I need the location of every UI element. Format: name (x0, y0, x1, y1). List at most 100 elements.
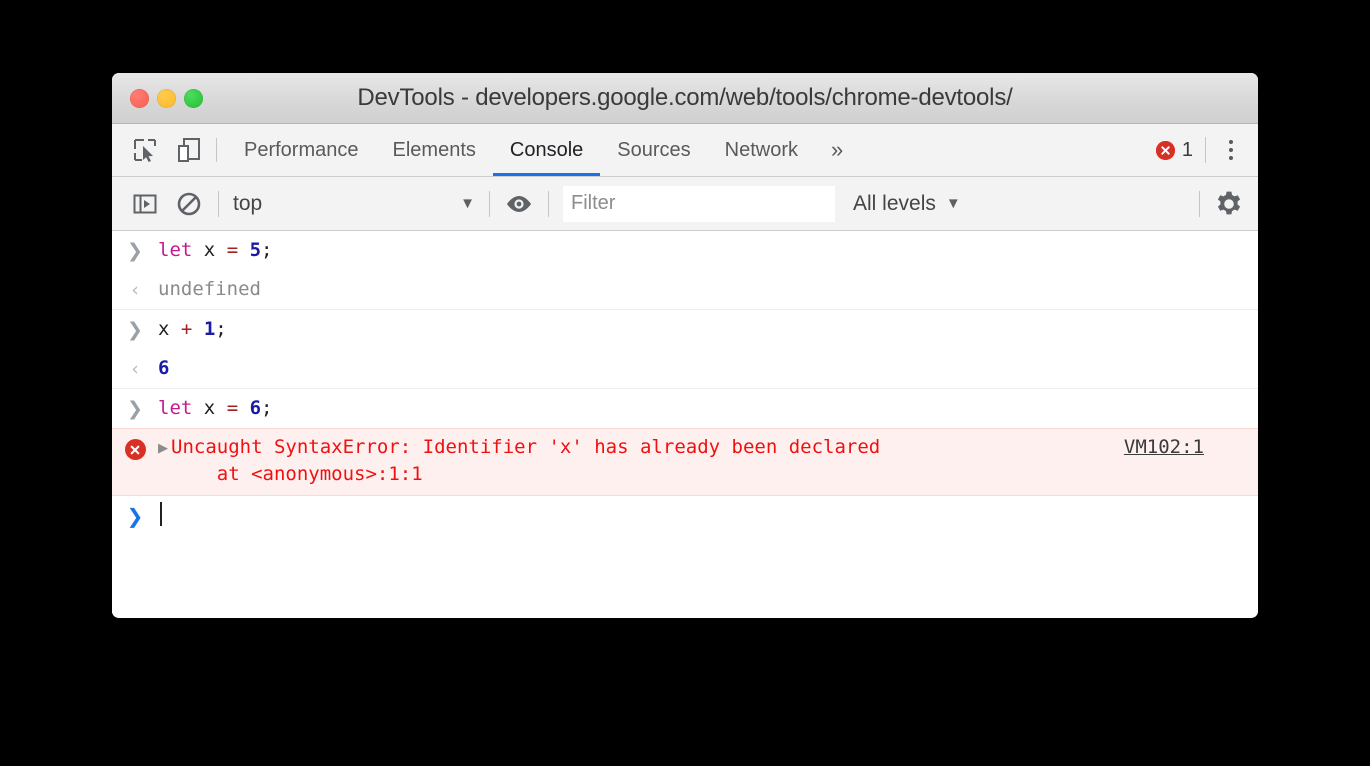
device-toolbar-icon[interactable] (174, 135, 204, 165)
chevron-down-icon: ▼ (460, 195, 475, 212)
log-level-select[interactable]: All levels ▼ (835, 192, 979, 216)
console-toolbar-divider-4 (1199, 190, 1200, 217)
kebab-dot-1 (1229, 140, 1233, 144)
error-circle-icon (1155, 140, 1175, 160)
minimize-button[interactable] (157, 88, 176, 108)
maximize-button[interactable] (184, 88, 203, 108)
console-input-row[interactable]: ❯ x + 1; (112, 309, 1258, 349)
tabbar-tool-icons (112, 124, 216, 176)
console-output-row[interactable]: ‹ undefined (112, 270, 1258, 309)
tab-console[interactable]: Console (492, 124, 601, 176)
input-chevron-icon: ❯ (127, 240, 143, 262)
console-error-body: Uncaught SyntaxError: Identifier 'x' has… (171, 434, 1258, 488)
token-operator: + (180, 318, 193, 340)
expand-error-disclosure-icon[interactable]: ▶ (158, 434, 171, 462)
window-title: DevTools - developers.google.com/web/too… (357, 84, 1013, 111)
tab-console-label: Console (509, 138, 584, 161)
tab-elements[interactable]: Elements (376, 124, 493, 176)
settings-gear-icon[interactable] (1214, 189, 1244, 219)
devtools-tabs: Performance Elements Console Sources Net… (227, 124, 859, 176)
token-operator: = (226, 239, 239, 261)
token-punctuation: ; (261, 397, 273, 419)
output-chevron-icon: ‹ (131, 279, 139, 301)
tab-sources-label: Sources (617, 138, 691, 161)
log-level-value: All levels (853, 191, 936, 215)
console-output-text: 6 (158, 353, 1258, 383)
more-tabs-icon[interactable]: » (815, 124, 859, 176)
console-error-stack: at <anonymous>:1:1 (171, 463, 423, 485)
error-gutter (112, 434, 158, 460)
token-operator: = (226, 397, 239, 419)
traffic-lights (112, 88, 203, 108)
window-titlebar: DevTools - developers.google.com/web/too… (112, 73, 1258, 124)
token-identifier: x (158, 318, 170, 340)
devtools-window: DevTools - developers.google.com/web/too… (112, 73, 1258, 618)
devtools-tabbar: Performance Elements Console Sources Net… (112, 124, 1258, 177)
console-prompt-input[interactable] (158, 500, 1258, 530)
clear-console-icon[interactable] (174, 189, 204, 219)
text-cursor (160, 502, 162, 526)
inspect-element-icon[interactable] (130, 135, 160, 165)
tab-network[interactable]: Network (708, 124, 815, 176)
tab-sources[interactable]: Sources (600, 124, 707, 176)
kebab-dot-3 (1229, 156, 1233, 160)
console-input-row[interactable]: ❯ let x = 6; (112, 388, 1258, 428)
error-count-badge[interactable]: 1 (1155, 138, 1193, 162)
kebab-dot-2 (1229, 148, 1233, 152)
token-number: 6 (249, 397, 262, 419)
token-number: 6 (158, 357, 170, 379)
token-undefined: undefined (158, 278, 261, 300)
tab-elements-label: Elements (392, 138, 476, 161)
filter-input[interactable] (563, 185, 835, 222)
console-error-message: Uncaught SyntaxError: Identifier 'x' has… (171, 436, 881, 458)
token-identifier: x (203, 239, 216, 261)
console-input-text: let x = 5; (158, 235, 1258, 265)
console-error-row[interactable]: ▶ Uncaught SyntaxError: Identifier 'x' h… (112, 428, 1258, 496)
console-toolbar-divider-3 (548, 190, 549, 217)
execution-context-select[interactable]: top ▼ (219, 192, 489, 216)
tabbar-divider (216, 138, 217, 162)
console-error-text-block: Uncaught SyntaxError: Identifier 'x' has… (171, 434, 880, 488)
tabbar-right-group: 1 (1155, 124, 1258, 176)
console-output-text: undefined (158, 274, 1258, 304)
console-message-list[interactable]: ❯ let x = 5; ‹ undefined ❯ x + 1; ‹ 6 ❯ (112, 231, 1258, 617)
console-input-text: x + 1; (158, 314, 1258, 344)
token-keyword: let (158, 397, 193, 419)
prompt-chevron-icon: ❯ (126, 504, 144, 528)
error-count-label: 1 (1181, 138, 1193, 161)
console-input-text: let x = 6; (158, 393, 1258, 423)
token-number: 1 (203, 318, 216, 340)
token-keyword: let (158, 239, 193, 261)
execution-context-value: top (233, 191, 263, 215)
token-identifier: x (203, 397, 216, 419)
console-sidebar-toggle-icon[interactable] (130, 189, 160, 219)
error-circle-icon (124, 439, 146, 460)
input-chevron-icon: ❯ (127, 319, 143, 341)
input-chevron-icon: ❯ (127, 398, 143, 420)
tab-network-label: Network (724, 138, 798, 161)
token-punctuation: ; (215, 318, 227, 340)
token-number: 5 (249, 239, 262, 261)
output-chevron-icon: ‹ (131, 358, 139, 380)
console-output-row[interactable]: ‹ 6 (112, 349, 1258, 388)
console-error-source-link[interactable]: VM102:1 (1124, 434, 1258, 461)
live-expression-eye-icon[interactable] (504, 189, 534, 219)
chevron-down-icon: ▼ (945, 195, 961, 212)
console-prompt-row[interactable]: ❯ (112, 496, 1258, 535)
tabbar-right-divider (1205, 137, 1206, 163)
console-input-row[interactable]: ❯ let x = 5; (112, 231, 1258, 270)
close-button[interactable] (130, 88, 149, 108)
console-toolbar: top ▼ All levels ▼ (112, 177, 1258, 231)
token-punctuation: ; (261, 239, 273, 261)
more-options-kebab-icon[interactable] (1218, 135, 1244, 165)
tab-performance[interactable]: Performance (227, 124, 376, 176)
tab-performance-label: Performance (244, 138, 359, 161)
console-toolbar-divider-2 (489, 190, 490, 217)
